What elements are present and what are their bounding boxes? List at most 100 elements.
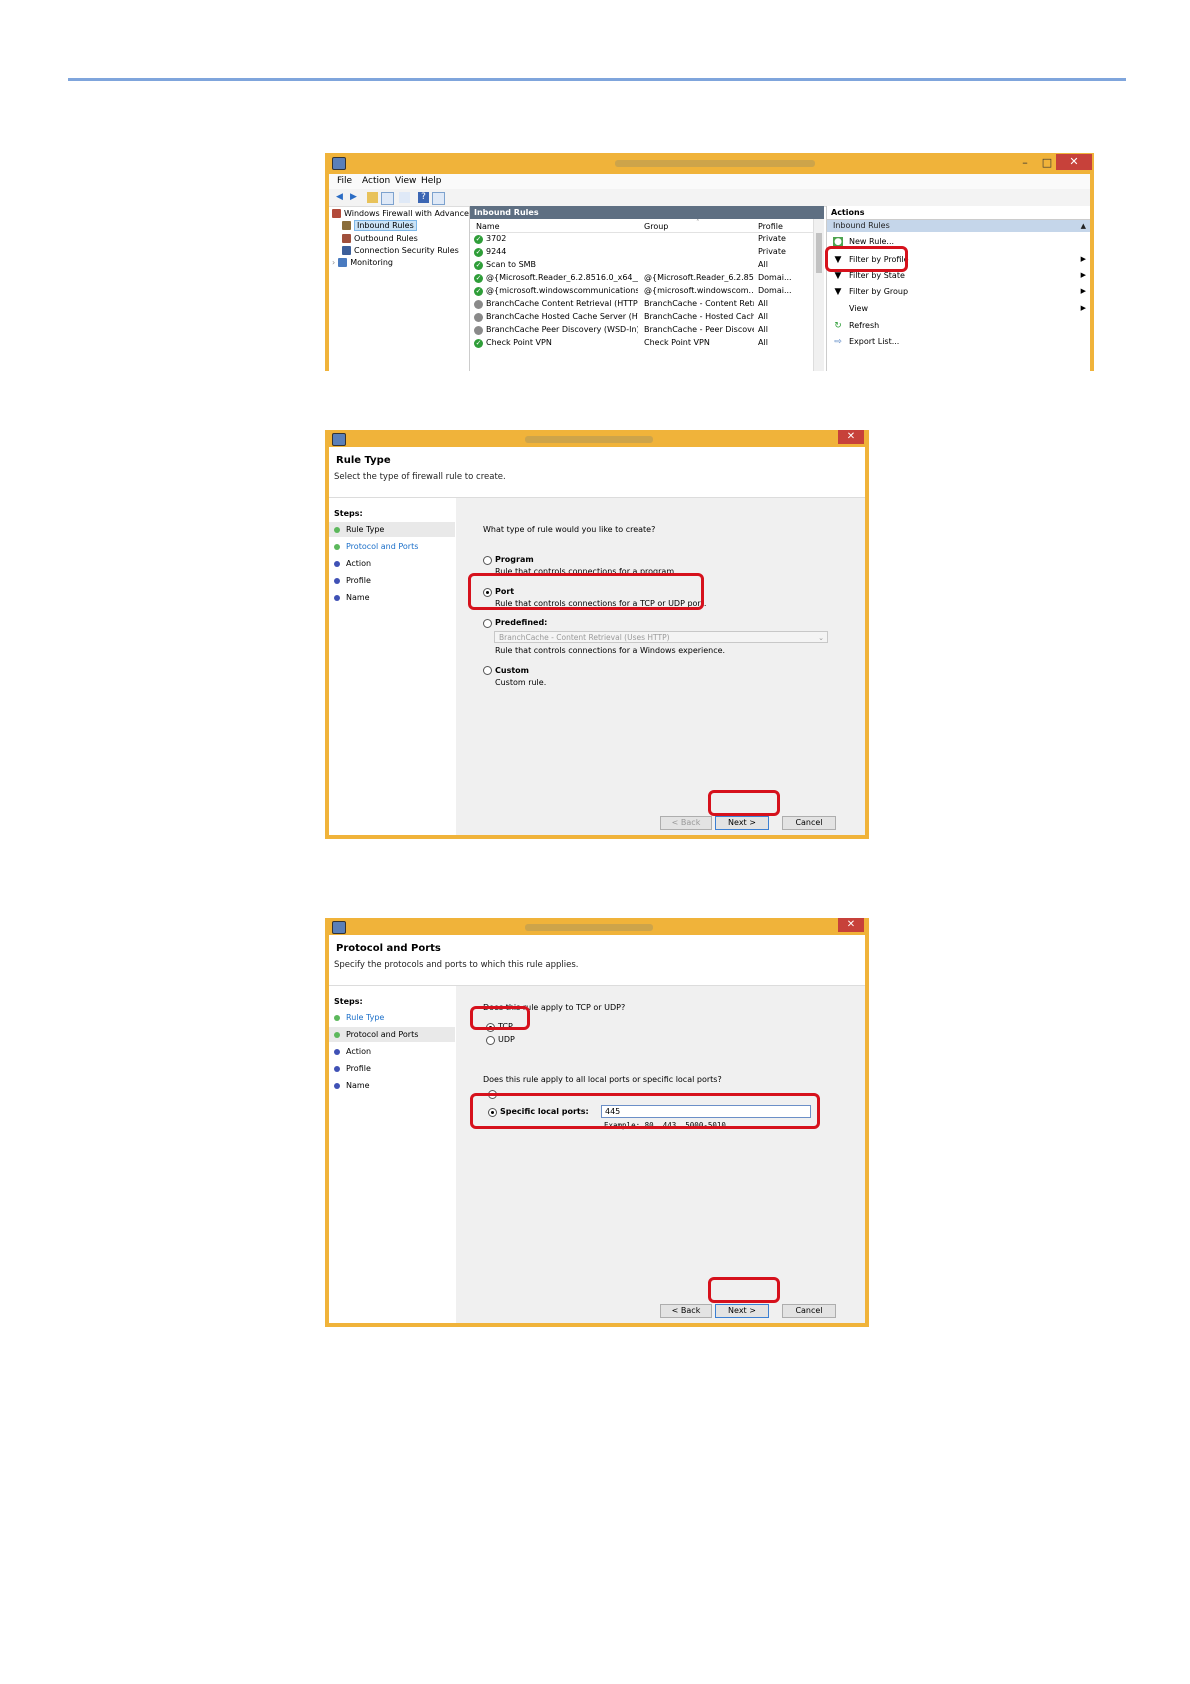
radio-all-local-ports[interactable] — [488, 1090, 497, 1099]
cell-name: @{microsoft.windowscommunicationsa... — [486, 286, 638, 295]
table-row[interactable]: ✓ Check Point VPN Check Point VPN All — [470, 337, 814, 350]
tree-item-label: Inbound Rules — [354, 220, 417, 231]
maximize-icon[interactable]: □ — [1036, 155, 1058, 170]
monitoring-icon — [338, 258, 348, 267]
step-dot-icon — [334, 561, 340, 567]
cell-group: @{microsoft.windowscom... — [644, 286, 754, 295]
firewall-window: – □ ✕ File Action View Help ◀ ▶ ? Window… — [325, 153, 1094, 371]
cancel-button[interactable]: Cancel — [782, 1304, 836, 1318]
radio-port[interactable] — [483, 588, 492, 597]
dialog-header: Protocol and Ports Specify the protocols… — [329, 935, 865, 986]
close-icon[interactable]: ✕ — [1056, 154, 1092, 170]
tree-item-connection-security[interactable]: Connection Security Rules — [342, 246, 459, 255]
predefined-select: BranchCache - Content Retrieval (Uses HT… — [494, 631, 828, 643]
menu-view[interactable]: View — [395, 176, 416, 186]
submenu-arrow-icon: ▶ — [1080, 255, 1086, 263]
action-filter-state[interactable]: ▼ Filter by State ▶ — [827, 269, 1090, 283]
option-program-desc: Rule that controls connections for a pro… — [495, 567, 677, 576]
radio-predefined[interactable] — [483, 619, 492, 628]
column-name[interactable]: Name — [476, 222, 500, 231]
rules-pane: Inbound Rules Name Group ˆ Profile ✓ 3702… — [470, 206, 824, 371]
tree-item-monitoring[interactable]: › Monitoring — [332, 258, 393, 267]
tree-item-outbound-rules[interactable]: Outbound Rules — [342, 234, 418, 243]
table-row[interactable]: BranchCache Peer Discovery (WSD-In) Branc… — [470, 324, 814, 337]
collapse-caret-icon[interactable]: ▲ — [1081, 220, 1086, 232]
show-tree-icon[interactable] — [381, 192, 394, 205]
scrollbar-thumb[interactable] — [816, 233, 822, 273]
table-row[interactable]: ✓ 9244 Private — [470, 246, 814, 259]
rule-type-question: What type of rule would you like to crea… — [483, 525, 656, 534]
forward-arrow-icon[interactable]: ▶ — [348, 192, 359, 203]
filter-icon: ▼ — [834, 287, 842, 297]
cell-profile: All — [758, 299, 768, 308]
column-profile[interactable]: Profile — [758, 222, 783, 231]
next-button[interactable]: Next > — [715, 1304, 769, 1318]
step-dot-icon — [334, 1066, 340, 1072]
steps-title: Steps: — [334, 997, 363, 1006]
expand-chevron-icon[interactable]: › — [332, 258, 335, 267]
step-label: Action — [346, 559, 372, 568]
radio-program[interactable] — [483, 556, 492, 565]
radio-custom[interactable] — [483, 666, 492, 675]
menu-action[interactable]: Action — [362, 176, 390, 186]
new-rule-icon: ● — [833, 237, 843, 247]
ports-question: Does this rule apply to all local ports … — [483, 1075, 722, 1084]
back-arrow-icon[interactable]: ◀ — [334, 192, 345, 203]
dialog-titlebar: ✕ — [325, 918, 869, 935]
action-refresh[interactable]: ↻ Refresh — [827, 319, 1090, 333]
properties-icon[interactable] — [432, 192, 445, 205]
option-port-title: Port — [495, 587, 515, 596]
step-rule-type: Rule Type — [329, 522, 455, 537]
tree-root[interactable]: Windows Firewall with Advance — [332, 209, 469, 218]
table-row[interactable]: ✓ @{microsoft.windowscommunicationsa... @{… — [470, 285, 814, 298]
ports-input[interactable]: 445 — [601, 1105, 811, 1118]
action-filter-group[interactable]: ▼ Filter by Group ▶ — [827, 285, 1090, 299]
table-row[interactable]: BranchCache Hosted Cache Server (HTT... B… — [470, 311, 814, 324]
action-label: Refresh — [849, 321, 880, 330]
step-profile: Profile — [329, 573, 455, 588]
action-export-list[interactable]: ⇨ Export List... — [827, 335, 1090, 349]
rules-scrollbar[interactable] — [813, 219, 824, 371]
sort-caret-icon: ˆ — [696, 219, 700, 227]
submenu-arrow-icon: ▶ — [1080, 287, 1086, 295]
help-icon[interactable]: ? — [418, 192, 429, 203]
next-button[interactable]: Next > — [715, 816, 769, 830]
action-new-rule[interactable]: ● New Rule... — [827, 235, 1090, 249]
inbound-rules-icon — [342, 221, 351, 230]
table-row[interactable]: ✓ 3702 Private — [470, 233, 814, 246]
firewall-icon — [332, 209, 341, 218]
export-icon[interactable] — [399, 192, 410, 203]
step-protocol-ports: Protocol and Ports — [329, 1027, 455, 1042]
disabled-rule-icon — [474, 326, 483, 335]
cancel-button[interactable]: Cancel — [782, 816, 836, 830]
menu-help[interactable]: Help — [421, 176, 442, 186]
radio-tcp[interactable] — [486, 1023, 495, 1032]
table-row[interactable]: BranchCache Content Retrieval (HTTP-In) B… — [470, 298, 814, 311]
close-icon[interactable]: ✕ — [838, 430, 864, 444]
up-folder-icon[interactable] — [367, 192, 378, 203]
cell-name: BranchCache Content Retrieval (HTTP-In) — [486, 299, 638, 308]
wizard-body: Does this rule apply to TCP or UDP? TCP … — [456, 986, 865, 1323]
radio-specific-local-ports[interactable] — [488, 1108, 497, 1117]
table-row[interactable]: ✓@{Microsoft.Reader_6.2.8516.0_x64__8we.… — [470, 272, 814, 285]
menu-file[interactable]: File — [337, 176, 352, 186]
back-button[interactable]: < Back — [660, 816, 712, 830]
back-button[interactable]: < Back — [660, 1304, 712, 1318]
step-dot-icon — [334, 1049, 340, 1055]
step-action: Action — [329, 556, 455, 571]
minimize-icon[interactable]: – — [1014, 155, 1036, 170]
column-group[interactable]: Group — [644, 222, 668, 231]
tree-item-inbound-rules[interactable]: Inbound Rules — [342, 220, 417, 231]
step-rule-type[interactable]: Rule Type — [329, 1010, 455, 1025]
option-predefined-desc: Rule that controls connections for a Win… — [495, 646, 726, 655]
action-filter-profile[interactable]: ▼ Filter by Profile ▶ — [827, 253, 1090, 267]
export-list-icon: ⇨ — [834, 337, 842, 347]
tree-root-label: Windows Firewall with Advance — [344, 209, 469, 218]
step-protocol-ports[interactable]: Protocol and Ports — [329, 539, 455, 554]
dialog-title-blurred — [525, 436, 653, 443]
close-icon[interactable]: ✕ — [838, 918, 864, 932]
actions-section-inbound[interactable]: Inbound Rules ▲ — [827, 220, 1090, 232]
radio-udp[interactable] — [486, 1036, 495, 1045]
action-view[interactable]: View ▶ — [827, 302, 1090, 316]
table-row[interactable]: ✓ Scan to SMB All — [470, 259, 814, 272]
